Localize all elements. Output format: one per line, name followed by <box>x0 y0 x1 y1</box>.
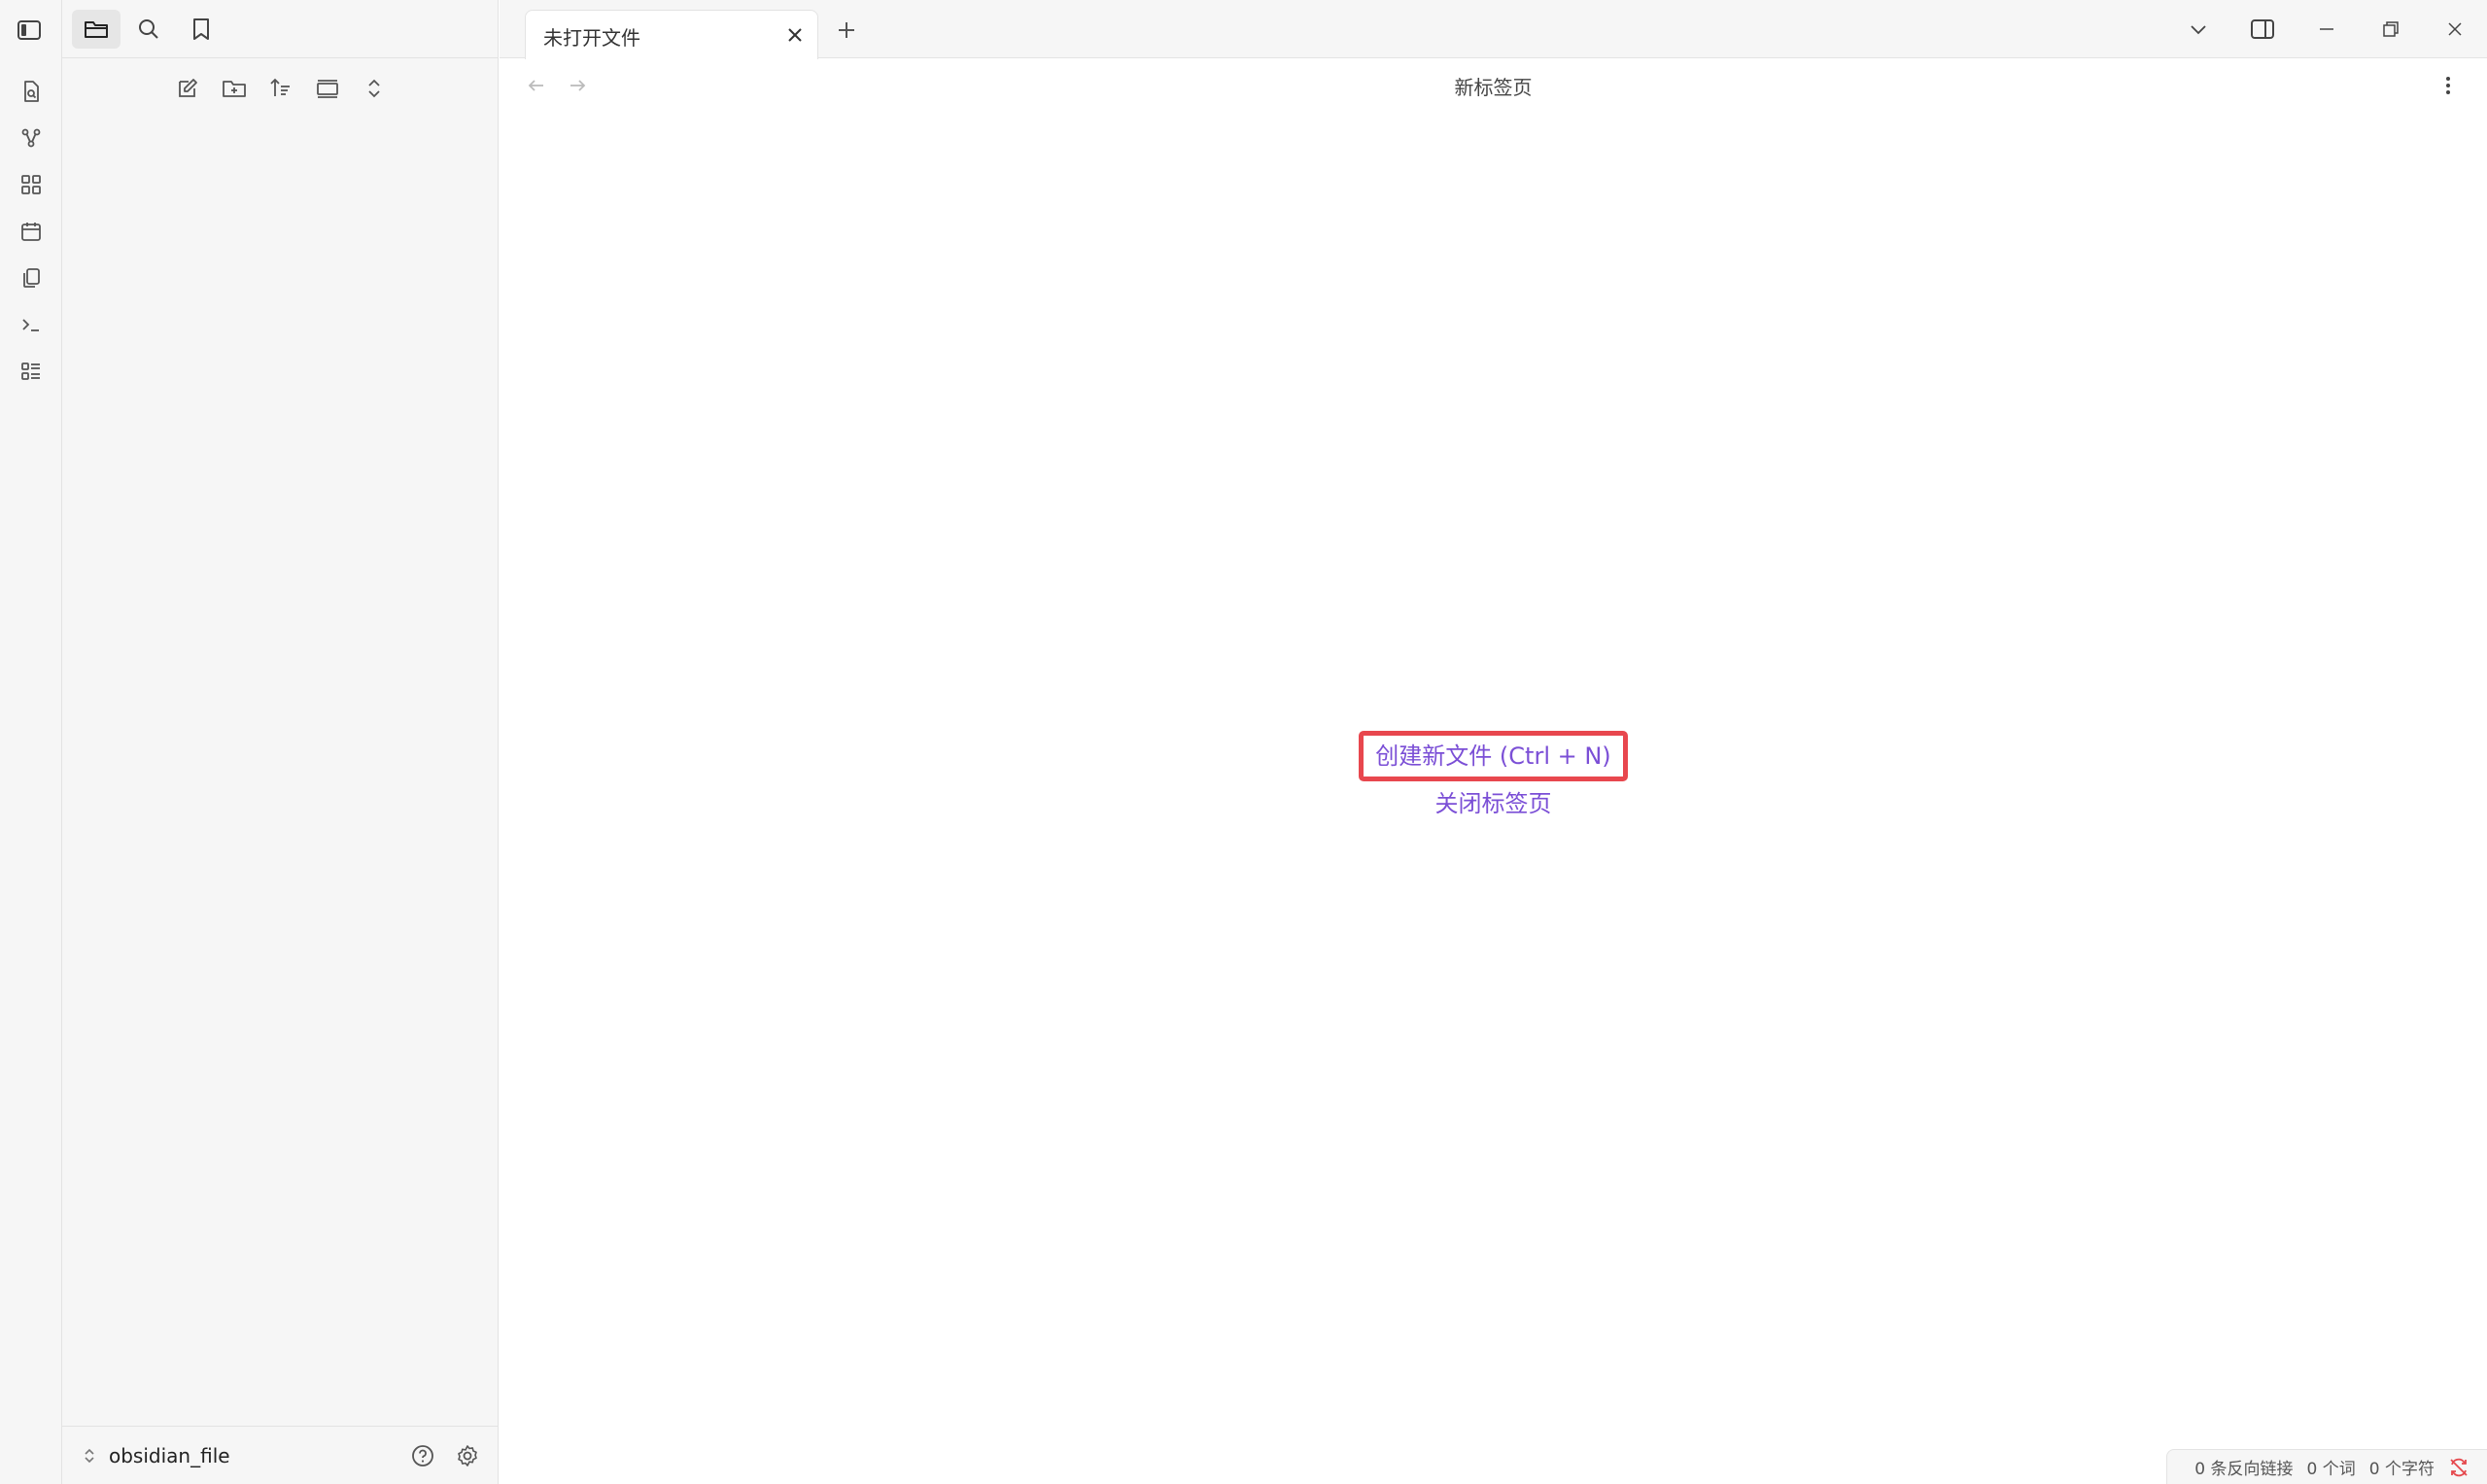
minimize-icon <box>2320 28 2333 30</box>
tab-title: 未打开文件 <box>543 26 640 50</box>
search-icon <box>139 19 158 39</box>
file-explorer-toolbar <box>62 66 499 111</box>
folder-plus-icon <box>222 81 246 97</box>
toggle-right-sidebar-button[interactable] <box>2230 0 2295 58</box>
calendar-icon <box>21 223 41 241</box>
tab-list-button[interactable] <box>2166 0 2230 58</box>
sidebar-tab-bar <box>62 0 499 58</box>
terminal-icon <box>22 319 39 331</box>
close-icon <box>2448 22 2462 36</box>
ribbon-item-canvas[interactable] <box>0 161 62 208</box>
vault-switcher[interactable]: obsidian_file <box>82 1438 230 1473</box>
close-icon <box>788 28 802 42</box>
empty-state: 创建新文件 (Ctrl + N) 关闭标签页 <box>500 731 2487 826</box>
view-title: 新标签页 <box>1454 76 1533 99</box>
restore-button[interactable] <box>2359 0 2423 58</box>
status-bar: 0 条反向链接 0 个词 0 个字符 <box>2166 1449 2487 1484</box>
auto-reveal-button[interactable] <box>311 72 344 105</box>
new-note-button[interactable] <box>171 72 204 105</box>
toggle-sidebar-button[interactable] <box>12 14 47 47</box>
sidebar-right-icon <box>2251 19 2274 39</box>
chevron-down-icon <box>2191 25 2206 35</box>
help-icon <box>412 1445 433 1467</box>
new-folder-button[interactable] <box>218 72 251 105</box>
sync-off-icon <box>2450 1458 2468 1476</box>
sidebar-toggle-icon <box>17 20 41 40</box>
chevrons-up-down-icon <box>367 79 380 98</box>
window-controls <box>2166 0 2487 58</box>
list-icon <box>21 362 40 380</box>
ribbon <box>0 0 62 1484</box>
help-button[interactable] <box>405 1438 440 1473</box>
ribbon-item-command-palette[interactable] <box>0 301 62 348</box>
create-new-file-link[interactable]: 创建新文件 (Ctrl + N) <box>1359 731 1628 781</box>
edit-icon <box>178 79 197 97</box>
ribbon-item-graph[interactable] <box>0 115 62 161</box>
char-count: 0 个字符 <box>2368 1460 2435 1479</box>
more-options-button[interactable] <box>2433 70 2464 101</box>
tab-untitled[interactable]: 未打开文件 <box>525 10 818 59</box>
graph-icon <box>21 128 41 148</box>
view-header: 新标签页 <box>500 60 2487 111</box>
vault-actions <box>405 1438 485 1473</box>
vault-name: obsidian_file <box>109 1444 230 1467</box>
chevrons-up-down-icon <box>85 1448 94 1464</box>
close-tab-link[interactable]: 关闭标签页 <box>1424 781 1564 826</box>
tab-bookmarks[interactable] <box>177 10 225 49</box>
ribbon-item-daily-note[interactable] <box>0 208 62 255</box>
obsidian-window: obsidian_file 未打开文件 新标签页 创建新文件 (Ctrl + N… <box>0 0 2487 1484</box>
tab-search[interactable] <box>124 10 173 49</box>
restore-icon <box>2383 21 2399 37</box>
gear-icon <box>458 1445 477 1467</box>
vault-bar: obsidian_file <box>62 1426 499 1484</box>
reveal-icon <box>316 80 338 98</box>
settings-button[interactable] <box>450 1438 485 1473</box>
word-count: 0 个词 <box>2306 1460 2356 1479</box>
sync-status[interactable] <box>2448 1457 2470 1478</box>
file-search-icon <box>24 81 39 102</box>
folder-icon <box>85 21 108 38</box>
close-window-button[interactable] <box>2423 0 2487 58</box>
collapse-all-button[interactable] <box>358 72 391 105</box>
ribbon-actions <box>0 68 62 395</box>
sort-icon <box>269 78 290 96</box>
ribbon-item-templates[interactable] <box>0 255 62 301</box>
plus-icon <box>839 22 854 38</box>
tab-close-button[interactable] <box>780 20 810 50</box>
minimize-button[interactable] <box>2295 0 2359 58</box>
sort-button[interactable] <box>264 72 297 105</box>
new-tab-button[interactable] <box>830 14 863 47</box>
copy-icon <box>23 268 40 288</box>
tab-bar: 未打开文件 <box>500 0 2487 59</box>
canvas-icon <box>21 175 41 194</box>
bookmark-icon <box>193 18 209 40</box>
ribbon-item-quick-switcher[interactable] <box>0 68 62 115</box>
ribbon-item-outline[interactable] <box>0 348 62 395</box>
left-sidebar: obsidian_file <box>62 0 499 1484</box>
more-vertical-icon <box>2446 77 2450 94</box>
main-workspace: 未打开文件 新标签页 创建新文件 (Ctrl + N) 关闭标签页 0 条反向链… <box>500 0 2487 1484</box>
tab-file-explorer[interactable] <box>72 10 121 49</box>
backlinks-count[interactable]: 0 条反向链接 <box>2194 1455 2293 1479</box>
